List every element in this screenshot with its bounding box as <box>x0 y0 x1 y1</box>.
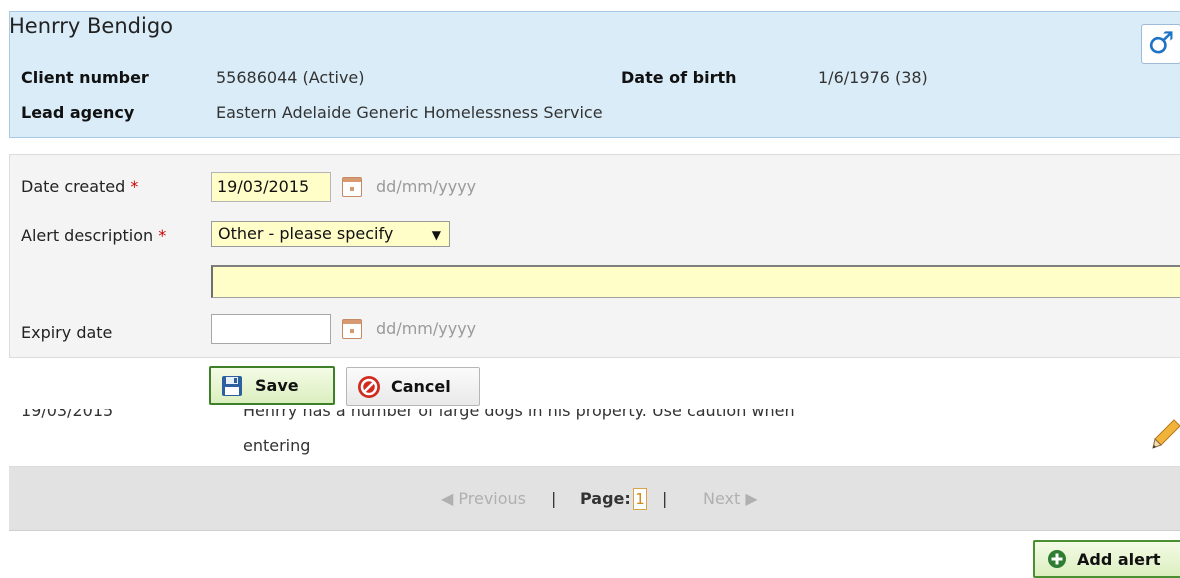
alert-row-date: 19/03/2015 <box>21 409 113 421</box>
alert-description-label: Alert description * <box>21 226 166 245</box>
edit-pencil-icon[interactable] <box>1152 418 1180 454</box>
cancel-button-label: Cancel <box>391 377 451 396</box>
alert-form-panel <box>9 154 1180 358</box>
lead-agency-label: Lead agency <box>21 103 135 122</box>
alert-row-description-line2: entering <box>243 436 311 455</box>
client-number-label: Client number <box>21 68 149 87</box>
current-page-indicator[interactable]: 1 <box>633 488 647 510</box>
alert-other-text-input[interactable] <box>211 265 1180 298</box>
alert-description-label-text: Alert description <box>21 226 154 245</box>
next-page-link[interactable]: Next ▶ <box>703 489 758 508</box>
calendar-icon[interactable] <box>342 319 362 339</box>
alert-description-select[interactable]: Other - please specify ▼ <box>211 221 450 247</box>
save-button[interactable]: Save <box>209 366 335 405</box>
pager-separator: | <box>551 489 557 508</box>
expiry-date-format-hint: dd/mm/yyyy <box>376 319 477 338</box>
alert-date-text: 19/03/2015 <box>21 409 114 420</box>
alert-row-description-line1: Henrry has a number of large dogs in his… <box>243 409 943 421</box>
date-created-input[interactable]: 19/03/2015 <box>211 172 331 202</box>
date-created-label: Date created * <box>21 177 138 196</box>
male-icon[interactable]: ♂ <box>1141 24 1180 64</box>
add-alert-label: Add alert <box>1077 549 1161 569</box>
add-icon <box>1048 550 1066 568</box>
pager-separator-2: | <box>662 489 668 508</box>
required-marker: * <box>158 226 167 245</box>
date-created-format-hint: dd/mm/yyyy <box>376 177 477 196</box>
date-of-birth-value: 1/6/1976 (38) <box>818 68 928 87</box>
save-disk-icon <box>222 375 242 396</box>
cancel-icon <box>358 375 380 398</box>
expiry-date-input[interactable] <box>211 314 331 344</box>
add-alert-button[interactable]: Add alert <box>1033 540 1180 578</box>
previous-page-link[interactable]: ◀ Previous <box>441 489 526 508</box>
date-created-label-text: Date created <box>21 177 126 196</box>
alert-description-text: Henrry has a number of large dogs in his… <box>243 409 795 420</box>
client-number-value: 55686044 (Active) <box>216 68 365 87</box>
date-of-birth-label: Date of birth <box>621 68 737 87</box>
cancel-button[interactable]: Cancel <box>346 367 480 406</box>
client-name: Henrry Bendigo <box>9 14 174 38</box>
calendar-icon[interactable] <box>342 177 362 197</box>
required-marker: * <box>130 177 139 196</box>
dropdown-arrow-icon: ▼ <box>431 228 441 242</box>
expiry-date-label: Expiry date <box>21 323 113 342</box>
alert-description-selected: Other - please specify <box>218 224 394 243</box>
lead-agency-value: Eastern Adelaide Generic Homelessness Se… <box>216 103 603 122</box>
save-button-label: Save <box>255 376 299 395</box>
page-label: Page: <box>580 489 631 508</box>
